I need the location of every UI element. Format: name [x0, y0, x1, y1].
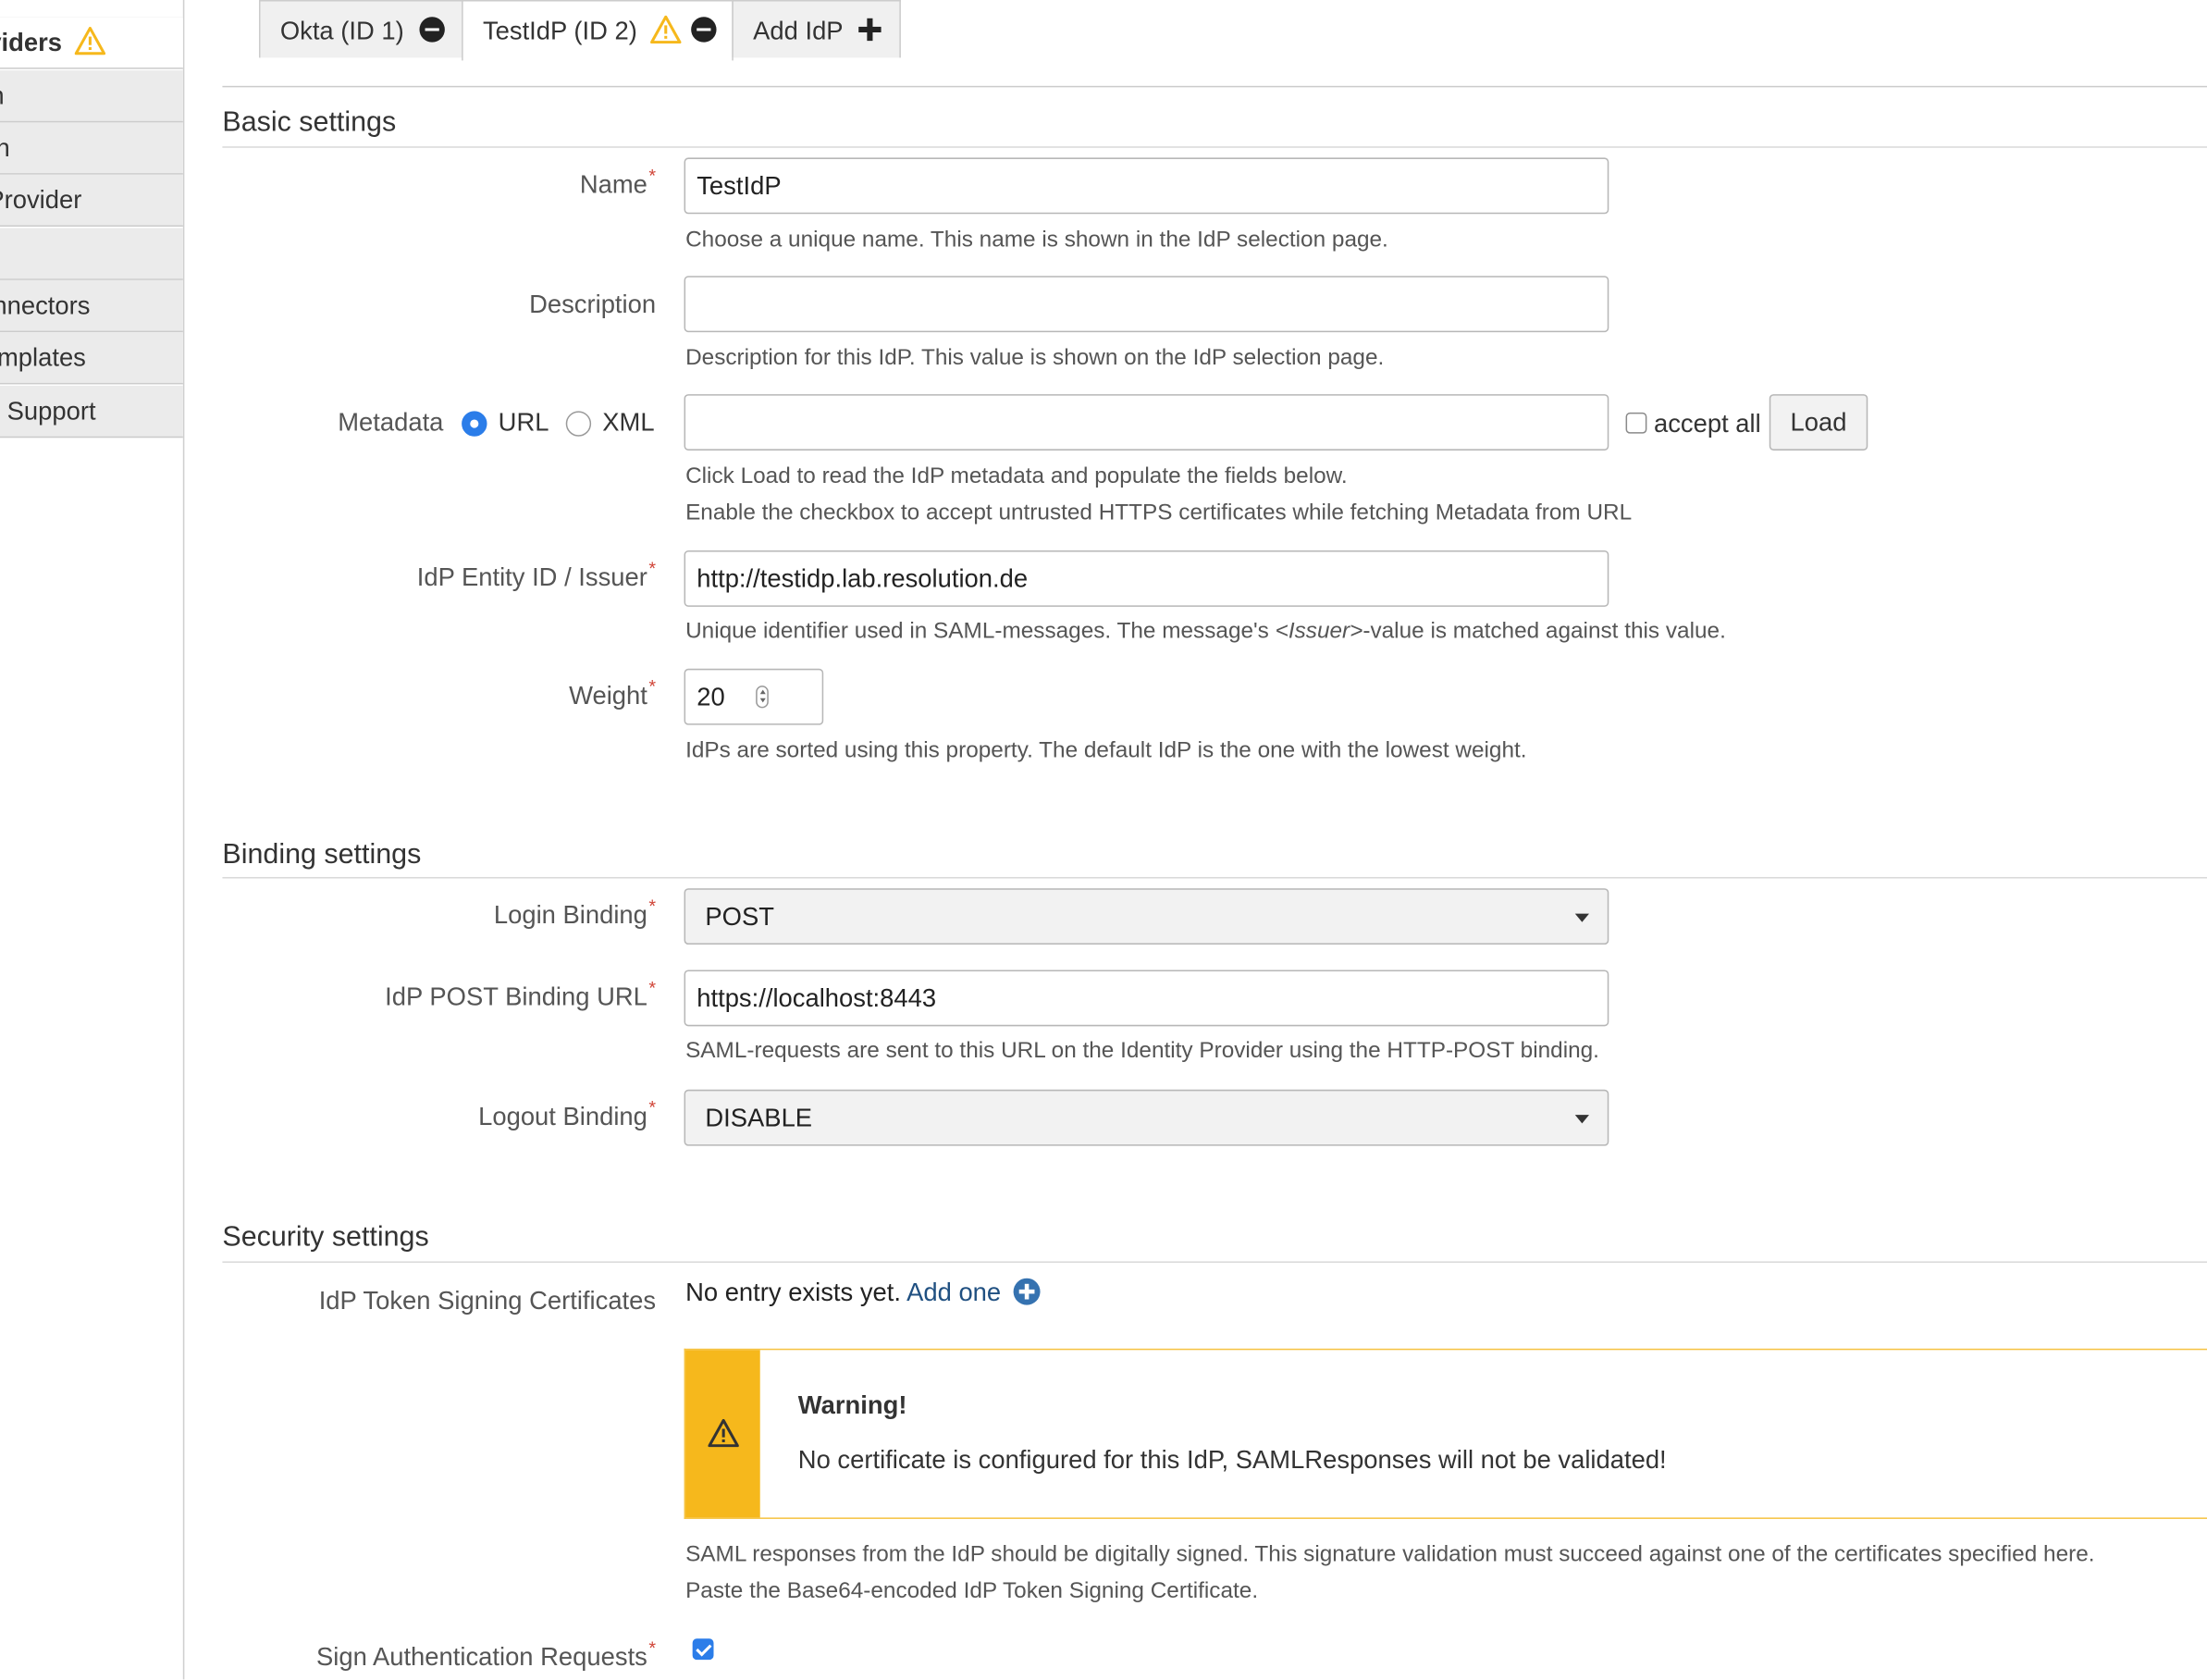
chevron-down-icon — [1574, 1115, 1589, 1124]
remove-circle-icon[interactable] — [690, 17, 717, 43]
post-binding-url-label: IdP POST Binding URL * — [385, 977, 657, 1011]
sidebar-item-connectors[interactable]: Connectors — [0, 279, 183, 333]
load-button[interactable]: Load — [1769, 394, 1868, 451]
weight-label: Weight * — [569, 675, 657, 710]
tab-okta[interactable]: Okta (ID 1) — [258, 0, 463, 58]
signing-certificates-label: IdP Token Signing Certificates — [318, 1286, 657, 1316]
required-marker: * — [648, 1096, 657, 1118]
metadata-help-load: Click Load to read the IdP metadata and … — [685, 464, 1348, 489]
warning-message: Warning! No certificate is configured fo… — [684, 1348, 2207, 1519]
metadata-xml-radio[interactable] — [565, 411, 592, 437]
required-marker: * — [648, 895, 657, 917]
entity-id-input[interactable]: http://testidp.lab.resolution.de — [684, 550, 1609, 607]
tab-label: Add IdP — [753, 17, 844, 45]
tab-label: TestIdP (ID 2) — [482, 17, 637, 45]
section-divider — [222, 1261, 2207, 1263]
section-divider — [222, 146, 2207, 148]
tab-testidp[interactable]: TestIdP (ID 2) — [462, 0, 734, 61]
warning-text: No certificate is configured for this Id… — [797, 1445, 1667, 1475]
section-heading-basic: Basic settings — [222, 106, 397, 139]
add-circle-icon[interactable] — [1013, 1278, 1041, 1305]
metadata-url-radio[interactable] — [462, 411, 487, 437]
sidebar-item-redirection[interactable]: Redirection — [0, 122, 183, 175]
chevron-down-icon — [1574, 913, 1589, 922]
required-marker: * — [648, 1637, 657, 1659]
description-help: Description for this IdP. This value is … — [685, 346, 1385, 371]
weight-input[interactable]: 20 — [684, 668, 824, 725]
login-binding-select[interactable]: POST — [684, 888, 1609, 945]
metadata-input[interactable] — [684, 394, 1609, 451]
section-heading-security: Security settings — [222, 1221, 429, 1254]
sidebar-item-label: Identity Providers — [0, 28, 63, 56]
sidebar-item-label: Templates — [0, 343, 86, 372]
required-marker: * — [648, 165, 657, 186]
accept-all-label: accept all — [1653, 409, 1761, 439]
sidebar-item-blank[interactable] — [0, 228, 183, 280]
sidebar-item-get-support[interactable]: Get Support — [0, 385, 183, 439]
sidebar-item-templates[interactable]: Templates — [0, 332, 183, 385]
sidebar: Identity Providers User Creation Redirec… — [0, 0, 185, 1680]
tab-bar-divider — [222, 85, 2207, 88]
metadata-url-label: URL — [498, 408, 549, 437]
warning-icon — [649, 15, 682, 44]
name-help: Choose a unique name. This name is shown… — [685, 228, 1388, 253]
post-binding-url-help: SAML-requests are sent to this URL on th… — [685, 1039, 1599, 1063]
weight-help: IdPs are sorted using this property. The… — [685, 738, 1527, 763]
sign-requests-label: Sign Authentication Requests * — [316, 1637, 657, 1672]
sidebar-item-label: Connectors — [0, 290, 91, 320]
accept-all-checkbox[interactable] — [1625, 412, 1647, 434]
sidebar-top-spacer — [0, 0, 183, 19]
sign-requests-checkbox[interactable] — [692, 1638, 714, 1661]
name-input[interactable]: TestIdP — [684, 157, 1609, 215]
tab-add-idp[interactable]: Add IdP — [732, 0, 901, 58]
entity-id-label: IdP Entity ID / Issuer * — [416, 557, 657, 592]
warning-title: Warning! — [797, 1390, 907, 1419]
description-input[interactable] — [684, 276, 1609, 333]
sidebar-item-label: User Creation — [0, 70, 183, 121]
remove-circle-icon[interactable] — [419, 17, 445, 43]
add-one-link[interactable]: Add one — [906, 1279, 1001, 1306]
section-divider — [222, 877, 2207, 879]
section-heading-binding: Binding settings — [222, 838, 422, 871]
sidebar-item-user-creation[interactable]: User Creation — [0, 70, 183, 123]
plus-icon — [857, 18, 882, 42]
description-label: Description — [529, 290, 657, 318]
sidebar-item-label: Redirection — [0, 122, 183, 173]
sidebar-item-label: Get Support — [0, 397, 96, 426]
sidebar-item-label: Service Provider — [0, 185, 82, 215]
metadata-xml-label: XML — [602, 408, 655, 437]
tab-label: Okta (ID 1) — [279, 17, 404, 45]
warning-sidebar — [685, 1350, 760, 1518]
entity-id-help: Unique identifier used in SAML-messages.… — [685, 619, 1726, 644]
warning-icon — [74, 26, 106, 56]
required-marker: * — [648, 557, 657, 579]
metadata-help-checkbox: Enable the checkbox to accept untrusted … — [685, 500, 1633, 525]
certificate-help-signed: SAML responses from the IdP should be di… — [685, 1542, 2095, 1567]
number-stepper-icon[interactable] — [756, 686, 769, 709]
metadata-label: Metadata — [338, 408, 444, 437]
warning-icon — [708, 1418, 739, 1448]
logout-binding-label: Logout Binding * — [478, 1096, 657, 1130]
name-label: Name * — [579, 165, 657, 199]
logout-binding-select[interactable]: DISABLE — [684, 1089, 1609, 1146]
sidebar-item-identity-providers[interactable]: Identity Providers — [0, 17, 183, 69]
post-binding-url-input[interactable]: https://localhost:8443 — [684, 970, 1609, 1027]
required-marker: * — [648, 675, 657, 698]
sidebar-item-service-provider[interactable]: Service Provider — [0, 174, 183, 227]
required-marker: * — [648, 977, 657, 998]
no-entry-text: No entry exists yet. Add one — [685, 1278, 1041, 1308]
login-binding-label: Login Binding * — [493, 895, 657, 930]
certificate-help-paste: Paste the Base64-encoded IdP Token Signi… — [685, 1579, 1259, 1604]
